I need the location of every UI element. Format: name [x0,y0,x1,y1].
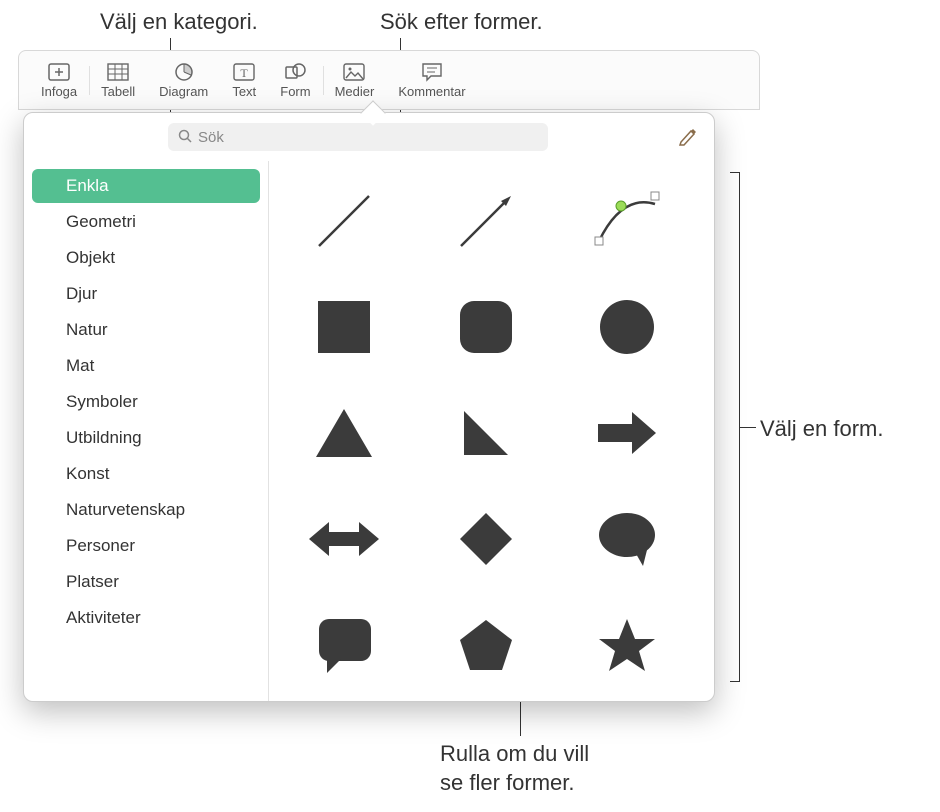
edit-shape-button[interactable] [676,125,700,149]
toolbar-label: Infoga [41,84,77,99]
shape-right-triangle[interactable] [441,393,531,473]
sidebar-item-geometri[interactable]: Geometri [32,205,260,239]
shape-diamond[interactable] [441,499,531,579]
sidebar-item-label: Djur [66,284,97,303]
sidebar-item-personer[interactable]: Personer [32,529,260,563]
shape-line[interactable] [299,181,389,261]
sidebar-item-label: Naturvetenskap [66,500,185,519]
shape-square[interactable] [299,287,389,367]
sidebar-item-label: Mat [66,356,94,375]
category-sidebar: Enkla Geometri Objekt Djur Natur Mat Sym… [24,161,269,701]
shape-arrow-line[interactable] [441,181,531,261]
popover-body: Enkla Geometri Objekt Djur Natur Mat Sym… [24,161,714,701]
table-icon [106,62,130,82]
shape-star[interactable] [582,605,672,685]
shape-speech-bubble[interactable] [582,499,672,579]
toolbar-text[interactable]: T Text [220,58,268,103]
shape-rounded-square[interactable] [441,287,531,367]
text-icon: T [232,62,256,82]
search-field[interactable] [168,123,548,151]
sidebar-item-label: Platser [66,572,119,591]
sidebar-item-symboler[interactable]: Symboler [32,385,260,419]
insert-icon [47,62,71,82]
shape-arrow-right[interactable] [582,393,672,473]
toolbar-chart[interactable]: Diagram [147,58,220,103]
sidebar-item-platser[interactable]: Platser [32,565,260,599]
bracket [730,172,740,682]
shape-icon [283,62,307,82]
shape-circle[interactable] [582,287,672,367]
callout-line [740,427,756,428]
shape-triangle[interactable] [299,393,389,473]
toolbar: Infoga Tabell Diagram T Text Form Medier [18,50,760,110]
toolbar-shape[interactable]: Form [268,58,322,103]
shape-grid [269,161,714,701]
sidebar-item-label: Aktiviteter [66,608,141,627]
search-input[interactable] [198,129,538,146]
callout-choose-shape: Välj en form. [760,415,884,444]
sidebar-item-label: Geometri [66,212,136,231]
toolbar-label: Medier [335,84,375,99]
comment-icon [420,62,444,82]
sidebar-item-label: Utbildning [66,428,142,447]
shapes-popover: Enkla Geometri Objekt Djur Natur Mat Sym… [23,112,715,702]
callout-category: Välj en kategori. [100,8,258,37]
sidebar-item-aktiviteter[interactable]: Aktiviteter [32,601,260,635]
toolbar-label: Kommentar [398,84,465,99]
sidebar-item-enkla[interactable]: Enkla [32,169,260,203]
toolbar-label: Text [232,84,256,99]
shape-pentagon[interactable] [441,605,531,685]
sidebar-item-objekt[interactable]: Objekt [32,241,260,275]
svg-text:T: T [241,66,249,80]
sidebar-item-mat[interactable]: Mat [32,349,260,383]
toolbar-label: Diagram [159,84,208,99]
sidebar-item-label: Natur [66,320,108,339]
toolbar-label: Form [280,84,310,99]
sidebar-item-label: Objekt [66,248,115,267]
chart-icon [172,62,196,82]
callout-scroll: Rulla om du vill se fler former. [440,740,589,797]
sidebar-item-label: Personer [66,536,135,555]
toolbar-insert[interactable]: Infoga [29,58,89,103]
sidebar-item-naturvetenskap[interactable]: Naturvetenskap [32,493,260,527]
shape-callout-rect[interactable] [299,605,389,685]
callout-search: Sök efter former. [380,8,543,37]
sidebar-item-natur[interactable]: Natur [32,313,260,347]
toolbar-comment[interactable]: Kommentar [386,58,477,103]
sidebar-item-label: Symboler [66,392,138,411]
sidebar-item-label: Enkla [66,176,109,195]
shape-arrow-bidir[interactable] [299,499,389,579]
toolbar-label: Tabell [101,84,135,99]
media-icon [342,62,366,82]
sidebar-item-djur[interactable]: Djur [32,277,260,311]
sidebar-item-utbildning[interactable]: Utbildning [32,421,260,455]
toolbar-table[interactable]: Tabell [89,58,147,103]
sidebar-item-label: Konst [66,464,109,483]
sidebar-item-konst[interactable]: Konst [32,457,260,491]
toolbar-media[interactable]: Medier [323,58,387,103]
search-icon [178,129,192,146]
shape-curve[interactable] [582,181,672,261]
